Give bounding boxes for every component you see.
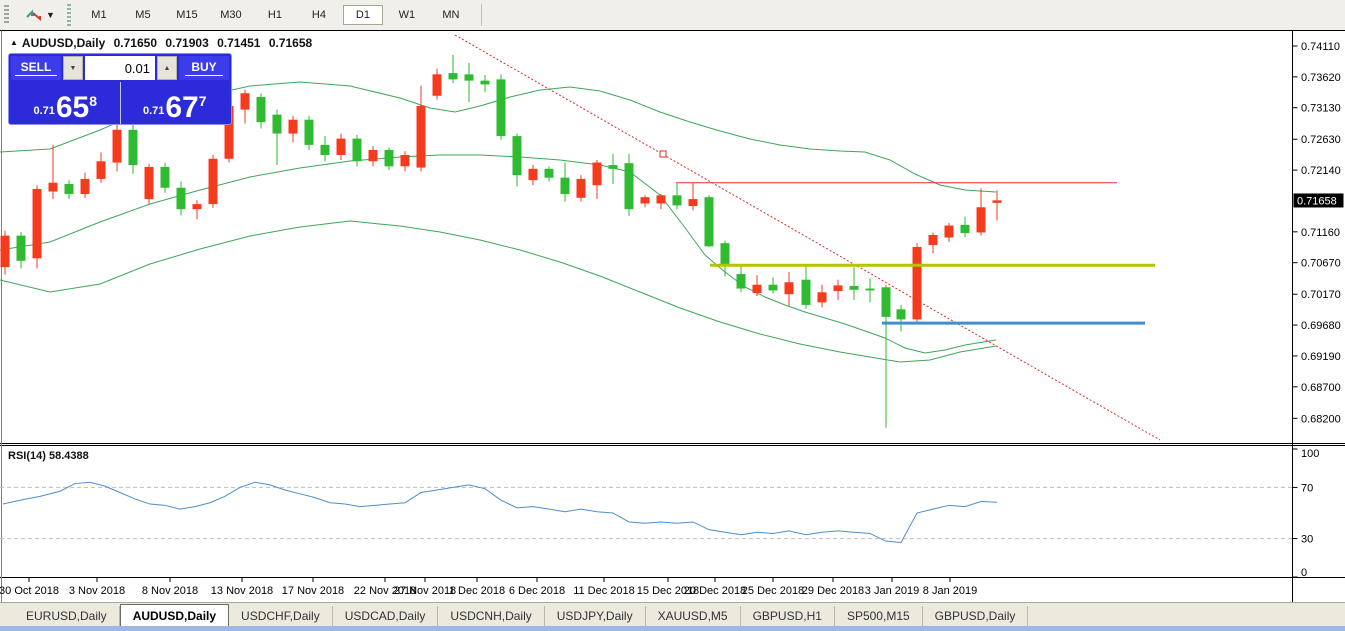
ask-price-big: 67 (165, 91, 199, 124)
chart-tab-eurusd[interactable]: EURUSD,Daily (14, 606, 120, 627)
chart-tab-gbpusd[interactable]: GBPUSD,Daily (923, 606, 1029, 627)
bid-price-pip: 8 (89, 93, 98, 109)
lot-increase-button[interactable]: ▲ (157, 56, 177, 80)
timeframes-icon (26, 9, 41, 22)
toolbar-separator (480, 4, 482, 26)
ask-price-pip: 7 (198, 93, 207, 109)
toolbar-grip-handle[interactable] (66, 4, 71, 26)
one-click-trading-panel: SELL ▼ 0.01 ▲ BUY 0.71 65 8 0.71 67 7 (8, 53, 232, 125)
chart-tab-xauusd[interactable]: XAUUSD,M5 (646, 606, 741, 627)
buy-button[interactable]: BUY (179, 56, 229, 80)
bid-price-prefix: 0.71 (33, 105, 55, 117)
timeframe-button-h1[interactable]: H1 (255, 5, 295, 25)
chart-tab-usdcnh[interactable]: USDCNH,Daily (438, 606, 545, 627)
ask-price-prefix: 0.71 (142, 105, 165, 117)
chart-tab-bar: EURUSD,Daily AUDUSD,Daily USDCHF,Daily USDC… (0, 602, 1345, 627)
rsi-value: 58.4388 (48, 450, 89, 462)
dropdown-caret-icon: ▼ (46, 10, 55, 20)
timeframe-button-m1[interactable]: M1 (79, 5, 119, 25)
chart-tab-sp500[interactable]: SP500,M15 (835, 606, 923, 627)
symbol-direction-icon: ▲ (10, 38, 18, 47)
timeframe-buttons: M1 M5 M15 M30 H1 H4 D1 W1 MN (77, 5, 473, 25)
timeframe-button-m30[interactable]: M30 (211, 5, 251, 25)
window-bottom-edge (0, 626, 1345, 631)
rsi-name: RSI(14) (8, 450, 46, 462)
bid-price-big: 65 (55, 91, 90, 124)
chart-symbol: AUDUSD,Daily (21, 36, 106, 50)
sell-button[interactable]: SELL (11, 56, 61, 80)
timeframe-button-h4[interactable]: H4 (299, 5, 339, 25)
timeframe-button-m15[interactable]: M15 (167, 5, 207, 25)
chart-period-button[interactable]: ▼ (25, 8, 55, 22)
trading-terminal-window: { "toolbar": { "timeframes": ["M1","M5",… (0, 0, 1345, 631)
timeframe-button-w1[interactable]: W1 (387, 5, 427, 25)
chart-tab-audusd[interactable]: AUDUSD,Daily (119, 604, 230, 627)
lot-size-input[interactable]: 0.01 (85, 56, 155, 80)
chart-tab-usdjpy[interactable]: USDJPY,Daily (545, 606, 646, 627)
chart-tab-gbpusd[interactable]: GBPUSD,H1 (741, 606, 835, 627)
timeframe-button-d1[interactable]: D1 (342, 5, 383, 25)
ohlc-high: 0.71903 (165, 36, 209, 50)
lot-decrease-button[interactable]: ▼ (63, 56, 83, 80)
ohlc-open: 0.71650 (113, 36, 158, 50)
timeframe-button-m5[interactable]: M5 (123, 5, 163, 25)
rsi-indicator-label: RSI(14) 58.4388 (8, 450, 89, 462)
toolbar-grip-handle[interactable] (4, 5, 9, 25)
chart-title: ▲ AUDUSD,Daily 0.71650 0.71903 0.71451 0.… (10, 36, 317, 50)
timeframe-toolbar: ▼ M1 M5 M15 M30 H1 H4 D1 W1 MN (0, 0, 1345, 31)
ohlc-low: 0.71451 (217, 36, 261, 50)
timeframe-button-mn[interactable]: MN (431, 5, 471, 25)
date-axis[interactable] (0, 578, 1345, 602)
rsi-indicator-panel[interactable] (0, 445, 1345, 577)
chart-tab-usdchf[interactable]: USDCHF,Daily (229, 606, 333, 627)
chart-tab-usdcad[interactable]: USDCAD,Daily (333, 606, 439, 627)
ohlc-close: 0.71658 (268, 36, 313, 50)
bid-price[interactable]: 0.71 65 8 (11, 82, 120, 124)
ask-price[interactable]: 0.71 67 7 (119, 82, 230, 124)
